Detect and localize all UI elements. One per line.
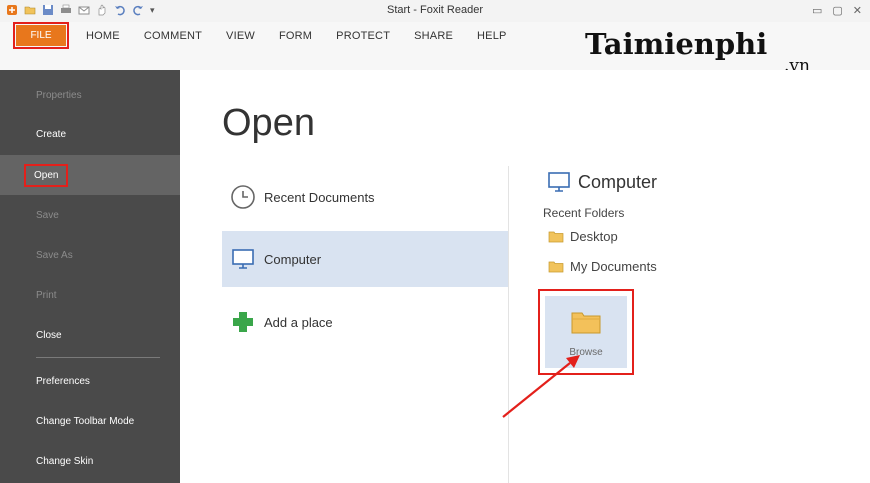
annotation-arrow-icon	[502, 355, 580, 418]
